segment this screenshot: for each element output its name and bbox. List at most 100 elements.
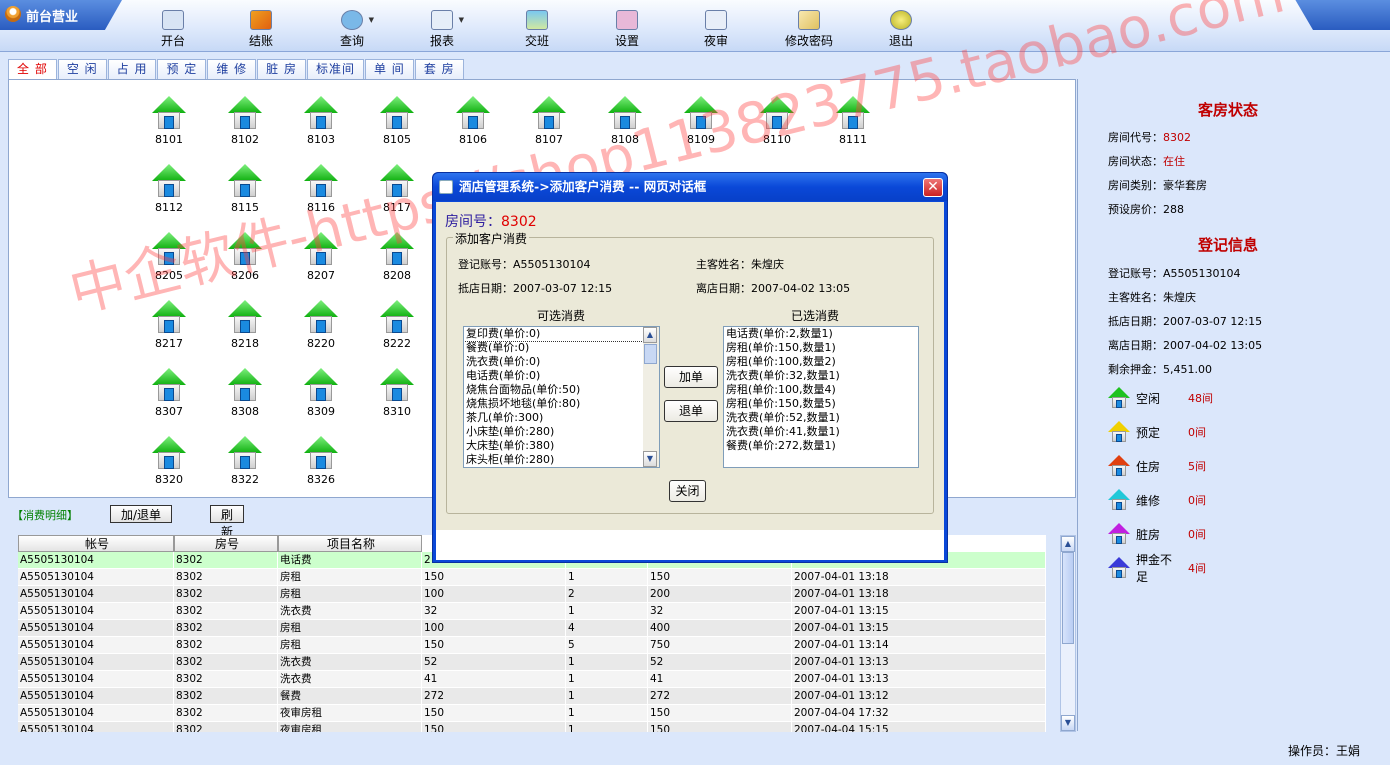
room-tile[interactable]: 8108	[595, 96, 655, 156]
scroll-up-icon[interactable]: ▲	[1061, 536, 1075, 552]
settings-button[interactable]: 设置	[591, 8, 663, 48]
list-item[interactable]: 餐费(单价:272,数量1)	[724, 439, 918, 453]
tab-all[interactable]: 全 部	[8, 59, 57, 79]
table-row[interactable]: A5505130104 8302 夜审房租 150 1 150 2007-04-04 15:…	[18, 722, 1046, 732]
list-item[interactable]: 房租(单价:100,数量4)	[724, 383, 918, 397]
change-password-button[interactable]: 修改密码	[773, 8, 845, 48]
open-table-button[interactable]: 开台	[137, 8, 209, 48]
tab-dirty[interactable]: 脏 房	[257, 59, 306, 79]
checkout-button[interactable]: 结账	[225, 8, 297, 48]
table-row[interactable]: A5505130104 8302 餐费 272 1 272 2007-04-01 13:12	[18, 688, 1046, 705]
table-row[interactable]: A5505130104 8302 洗衣费 52 1 52 2007-04-01 13:13	[18, 654, 1046, 671]
room-tile[interactable]: 8103	[291, 96, 351, 156]
room-tile[interactable]: 8309	[291, 368, 351, 428]
table-row[interactable]: A5505130104 8302 洗衣费 41 1 41 2007-04-01 13:13	[18, 671, 1046, 688]
scroll-up-icon[interactable]: ▲	[643, 327, 657, 343]
list-scrollbar[interactable]: ▲ ▼	[643, 327, 659, 467]
list-item[interactable]: 餐费(单价:0)	[464, 341, 659, 355]
room-tile[interactable]: 8117	[367, 164, 427, 224]
room-tile[interactable]: 8310	[367, 368, 427, 428]
room-tile[interactable]: 8206	[215, 232, 275, 292]
room-tile[interactable]: 8106	[443, 96, 503, 156]
tab-vacant[interactable]: 空 闲	[57, 59, 107, 79]
col-account[interactable]: 帐号	[18, 535, 174, 552]
room-tile[interactable]: 8218	[215, 300, 275, 360]
room-tile[interactable]: 8308	[215, 368, 275, 428]
available-consumption-list[interactable]: ▲ ▼ 复印费(单价:0) 餐费(单价:0) 洗衣费(单价:0) 电话费(单价:0) 烧…	[463, 326, 660, 468]
room-tile[interactable]: 8102	[215, 96, 275, 156]
tab-reserved[interactable]: 预 定	[157, 59, 207, 79]
selected-consumption-list[interactable]: 电话费(单价:2,数量1) 房租(单价:150,数量1) 房租(单价:100,数量2…	[723, 326, 919, 468]
list-item[interactable]: 洗衣费(单价:41,数量1)	[724, 425, 918, 439]
tab-maintenance[interactable]: 维 修	[207, 59, 257, 79]
close-icon[interactable]: ✕	[923, 178, 943, 197]
table-row[interactable]: A5505130104 8302 房租 100 4 400 2007-04-01 13:15	[18, 620, 1046, 637]
tab-single[interactable]: 单 间	[364, 59, 414, 79]
scroll-thumb[interactable]	[1062, 552, 1074, 644]
add-return-order-button[interactable]: 加/退单	[110, 505, 172, 523]
room-tile[interactable]: 8322	[215, 436, 275, 496]
table-cell: 100	[422, 586, 566, 603]
col-room[interactable]: 房号	[174, 535, 278, 552]
list-item[interactable]: 复印费(单价:0)	[464, 327, 659, 342]
list-item[interactable]: 小床垫(单价:280)	[464, 425, 659, 439]
table-cell: A5505130104	[18, 637, 174, 654]
room-tile[interactable]: 8222	[367, 300, 427, 360]
refresh-button[interactable]: 刷新	[210, 505, 244, 539]
room-tile[interactable]: 8110	[747, 96, 807, 156]
report-button[interactable]: ▼ 报表	[406, 8, 478, 48]
room-tile[interactable]: 8107	[519, 96, 579, 156]
shift-change-button[interactable]: 交班	[501, 8, 573, 48]
table-row[interactable]: A5505130104 8302 房租 150 5 750 2007-04-01 13:14	[18, 637, 1046, 654]
table-row[interactable]: A5505130104 8302 房租 150 1 150 2007-04-01 13:18	[18, 569, 1046, 586]
list-item[interactable]: 房租(单价:100,数量2)	[724, 355, 918, 369]
list-item[interactable]: 电话费(单价:2,数量1)	[724, 327, 918, 341]
room-tile[interactable]: 8115	[215, 164, 275, 224]
list-item[interactable]: 床头柜(单价:280)	[464, 453, 659, 467]
tab-occupied[interactable]: 占 用	[107, 59, 157, 79]
add-item-button[interactable]: 加单	[664, 366, 718, 388]
list-item[interactable]: 洗衣费(单价:32,数量1)	[724, 369, 918, 383]
room-tile[interactable]: 8205	[139, 232, 199, 292]
scroll-thumb[interactable]	[644, 344, 657, 364]
exit-button[interactable]: 退出	[865, 8, 937, 48]
list-item[interactable]: 茶几(单价:300)	[464, 411, 659, 425]
room-tile[interactable]: 8208	[367, 232, 427, 292]
list-item[interactable]: 洗衣费(单价:52,数量1)	[724, 411, 918, 425]
remove-item-button[interactable]: 退单	[664, 400, 718, 422]
tab-suite[interactable]: 套 房	[414, 59, 464, 79]
legend-label: 脏房	[1136, 527, 1161, 542]
room-number: 8109	[687, 133, 715, 146]
room-tile[interactable]: 8105	[367, 96, 427, 156]
room-tile[interactable]: 8326	[291, 436, 351, 496]
list-item[interactable]: 大床垫(单价:380)	[464, 439, 659, 453]
room-tile[interactable]: 8109	[671, 96, 731, 156]
table-scrollbar[interactable]: ▲ ▼	[1060, 535, 1076, 732]
table-row[interactable]: A5505130104 8302 房租 100 2 200 2007-04-01 13:18	[18, 586, 1046, 603]
room-tile[interactable]: 8207	[291, 232, 351, 292]
scroll-down-icon[interactable]: ▼	[1061, 715, 1075, 731]
room-tile[interactable]: 8220	[291, 300, 351, 360]
room-tile[interactable]: 8307	[139, 368, 199, 428]
room-tile[interactable]: 8116	[291, 164, 351, 224]
list-item[interactable]: 烧焦损坏地毯(单价:80)	[464, 397, 659, 411]
close-dialog-button[interactable]: 关闭	[669, 480, 706, 502]
table-row[interactable]: A5505130104 8302 洗衣费 32 1 32 2007-04-01 13:15	[18, 603, 1046, 620]
list-item[interactable]: 房租(单价:150,数量1)	[724, 341, 918, 355]
list-item[interactable]: 房租(单价:150,数量5)	[724, 397, 918, 411]
room-tile[interactable]: 8320	[139, 436, 199, 496]
room-tile[interactable]: 8112	[139, 164, 199, 224]
table-row[interactable]: A5505130104 8302 夜审房租 150 1 150 2007-04-04 17:…	[18, 705, 1046, 722]
list-item[interactable]: 烧焦台面物品(单价:50)	[464, 383, 659, 397]
room-tile[interactable]: 8111	[823, 96, 883, 156]
col-item[interactable]: 项目名称	[278, 535, 422, 552]
scroll-down-icon[interactable]: ▼	[643, 451, 657, 467]
tab-standard[interactable]: 标准间	[306, 59, 364, 79]
room-tile[interactable]: 8217	[139, 300, 199, 360]
night-audit-button[interactable]: 夜审	[680, 8, 752, 48]
dialog-title-bar: 酒店管理系统->添加客户消费 -- 网页对话框	[433, 173, 947, 201]
query-button[interactable]: ▼ 查询	[316, 8, 388, 48]
list-item[interactable]: 电话费(单价:0)	[464, 369, 659, 383]
list-item[interactable]: 洗衣费(单价:0)	[464, 355, 659, 369]
room-tile[interactable]: 8101	[139, 96, 199, 156]
